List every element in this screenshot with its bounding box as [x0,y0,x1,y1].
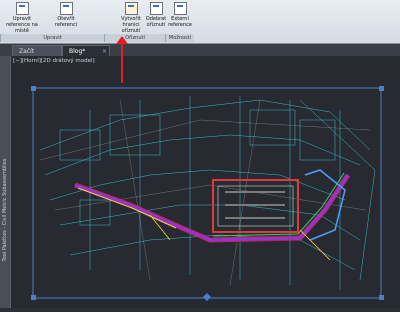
grip-top-right[interactable] [379,86,384,91]
selection-frame [32,87,382,299]
red-arrow-annotation [116,36,128,83]
grip-bottom-mid[interactable] [203,293,211,301]
grip-bottom-left[interactable] [31,295,36,300]
grip-top-left[interactable] [31,86,36,91]
cad-drawing [31,36,384,301]
grip-bottom-right[interactable] [379,295,384,300]
